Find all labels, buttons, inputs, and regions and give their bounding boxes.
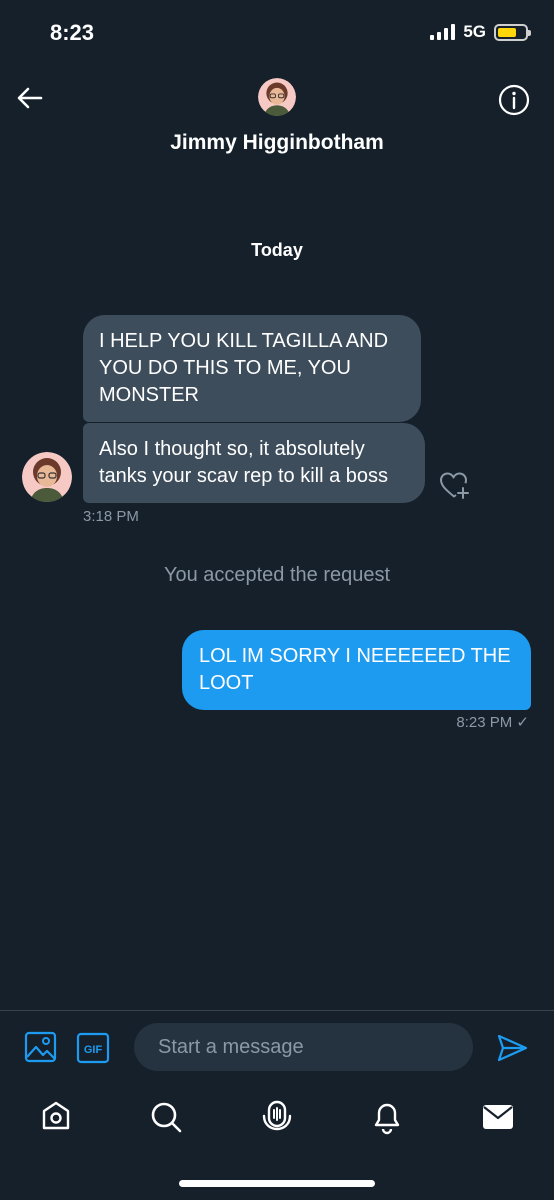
gif-icon: GIF xyxy=(76,1032,110,1064)
mail-icon xyxy=(483,1105,513,1129)
bell-icon xyxy=(374,1103,400,1135)
battery-icon xyxy=(494,23,531,41)
add-photo-button[interactable] xyxy=(24,1030,58,1064)
avatar-image xyxy=(258,78,296,116)
avatar[interactable] xyxy=(258,78,296,116)
spaces-icon xyxy=(262,1100,292,1131)
avatar-image xyxy=(22,452,72,502)
request-accepted-note: You accepted the request xyxy=(163,564,391,586)
svg-text:GIF: GIF xyxy=(84,1044,103,1056)
info-button[interactable] xyxy=(498,84,530,116)
sender-avatar[interactable] xyxy=(22,452,72,502)
send-button[interactable] xyxy=(495,1031,529,1065)
back-arrow-icon xyxy=(17,87,43,109)
message-composer: GIF xyxy=(0,1010,554,1086)
status-time: 8:23 xyxy=(50,20,95,45)
contact-name[interactable]: Jimmy Higginbotham xyxy=(0,131,554,155)
back-button[interactable] xyxy=(14,82,46,114)
nav-messages[interactable] xyxy=(479,1098,517,1136)
nav-home[interactable] xyxy=(37,1098,75,1136)
message-timestamp: 3:18 PM xyxy=(83,508,139,525)
add-gif-button[interactable]: GIF xyxy=(76,1032,110,1064)
status-indicators: 5G xyxy=(430,22,531,42)
nav-spaces[interactable] xyxy=(258,1098,296,1136)
nav-search[interactable] xyxy=(147,1098,185,1136)
outgoing-message[interactable]: LOL IM SORRY I NEEEEEED THE LOOT xyxy=(182,630,531,710)
date-separator: Today xyxy=(251,240,303,260)
network-type: 5G xyxy=(463,22,486,41)
search-icon xyxy=(151,1102,182,1133)
home-icon xyxy=(42,1101,70,1130)
signal-icon xyxy=(430,24,456,40)
info-icon xyxy=(498,84,530,116)
message-timestamp: 8:23 PM ✓ xyxy=(456,714,529,731)
react-button[interactable] xyxy=(437,468,471,502)
incoming-message[interactable]: I HELP YOU KILL TAGILLA AND YOU DO THIS … xyxy=(83,315,421,422)
send-icon xyxy=(497,1034,528,1062)
message-input[interactable] xyxy=(134,1023,473,1071)
home-indicator[interactable] xyxy=(179,1180,375,1187)
nav-notifications[interactable] xyxy=(368,1098,406,1136)
like-icon xyxy=(440,472,469,499)
image-icon xyxy=(24,1031,57,1063)
incoming-message[interactable]: Also I thought so, it absolutely tanks y… xyxy=(83,423,425,503)
